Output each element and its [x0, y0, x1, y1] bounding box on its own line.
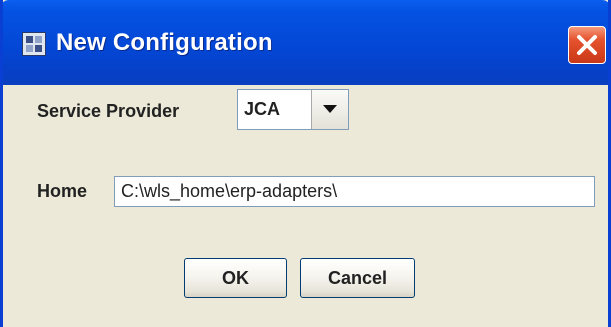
close-icon [577, 35, 597, 55]
app-window-icon [22, 32, 46, 56]
home-path-input[interactable] [114, 176, 595, 207]
dialog-content: Service Provider JCA Home OK Cancel [3, 85, 608, 327]
service-provider-value: JCA [244, 99, 281, 119]
ok-button[interactable]: OK [184, 258, 287, 298]
title-bar[interactable]: New Configuration [3, 0, 608, 85]
home-label: Home [37, 181, 88, 201]
dropdown-toggle-button[interactable] [311, 90, 348, 129]
close-button[interactable] [568, 26, 606, 64]
service-provider-label: Service Provider [37, 101, 180, 121]
dialog-title: New Configuration [56, 29, 273, 56]
chevron-down-icon [323, 105, 337, 113]
new-configuration-dialog: New Configuration Service Provider JCA H… [0, 0, 611, 327]
service-provider-dropdown[interactable]: JCA [237, 89, 349, 130]
cancel-button[interactable]: Cancel [300, 258, 415, 298]
